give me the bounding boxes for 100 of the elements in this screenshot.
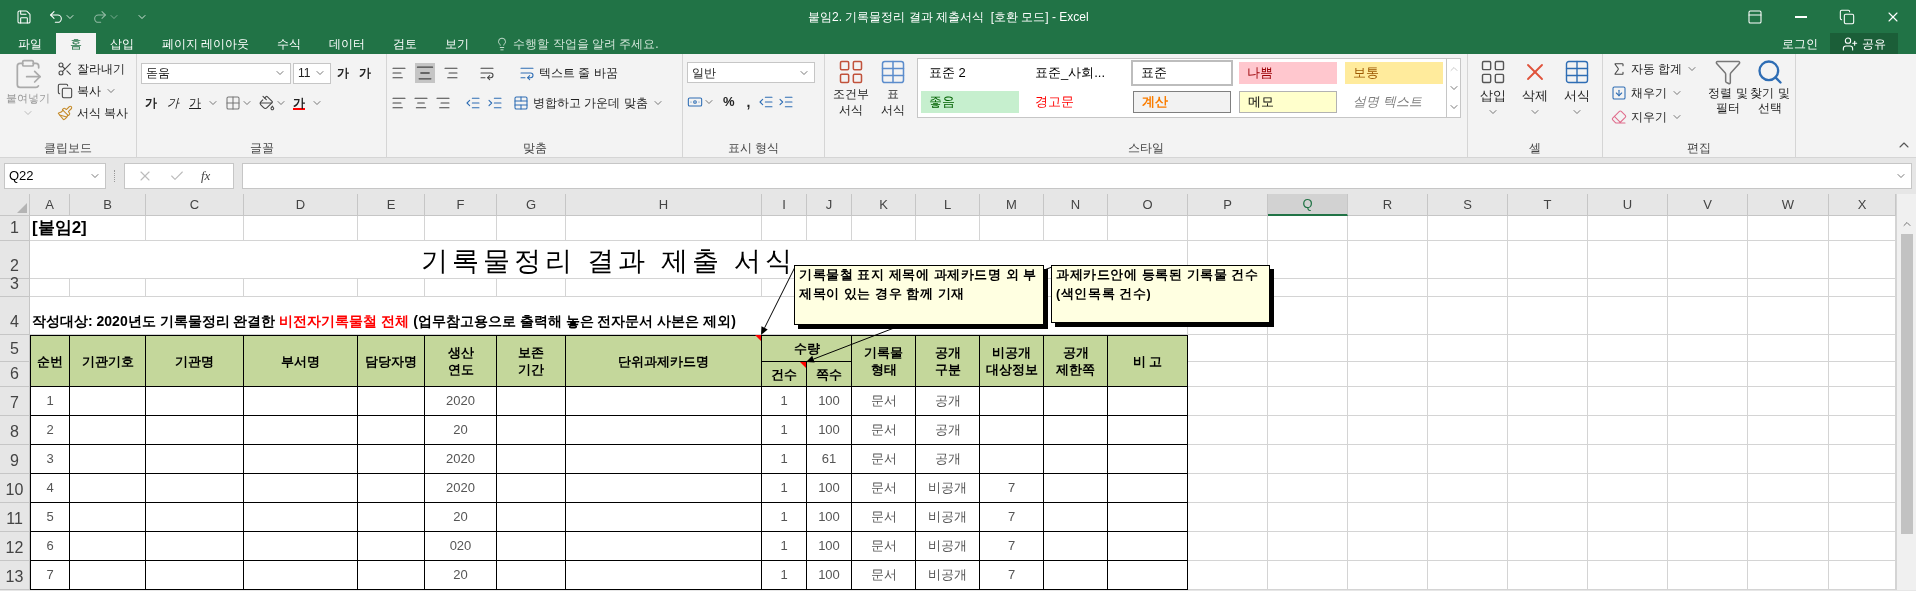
sheet-cell[interactable] [1348,216,1428,241]
row-header[interactable]: 8 [0,416,30,445]
column-header[interactable]: H [566,194,762,216]
sheet-cell[interactable] [1588,297,1668,335]
table-cell[interactable]: 문서 [852,445,916,474]
sheet-cell[interactable] [1428,297,1508,335]
sheet-cell[interactable] [1348,532,1428,561]
sheet-cell[interactable] [1044,216,1108,241]
cell-style[interactable]: 좋음 [921,91,1019,113]
table-cell[interactable] [497,445,566,474]
sheet-cell[interactable] [1748,532,1829,561]
row-header[interactable]: 7 [0,387,30,416]
table-cell[interactable] [244,387,358,416]
grow-font-button[interactable]: 가 [333,62,353,84]
percent-button[interactable]: % [719,91,739,113]
table-cell[interactable]: 문서 [852,416,916,445]
sheet-cell[interactable] [1268,216,1348,241]
select-all-button[interactable] [0,194,30,216]
sheet-cell[interactable] [1348,503,1428,532]
sheet-cell[interactable] [566,216,762,241]
sheet-cell[interactable] [1508,474,1588,503]
sheet-cell[interactable] [1588,474,1668,503]
fill-button[interactable]: 채우기 [1607,82,1707,104]
format-table-button[interactable]: 표 서식 [873,58,913,139]
table-cell[interactable] [70,387,146,416]
sort-filter-button[interactable]: 정렬 및 필터 [1707,58,1749,139]
sheet-cell[interactable] [1428,445,1508,474]
ribbon-tab[interactable]: 삽입 [96,33,148,54]
sheet-cell[interactable] [1668,445,1748,474]
sheet-cell[interactable] [1348,445,1428,474]
sheet-cell[interactable] [1428,474,1508,503]
table-cell[interactable]: 문서 [852,503,916,532]
sheet-cell[interactable] [1268,445,1348,474]
table-cell[interactable]: 문서 [852,474,916,503]
currency-button[interactable] [687,94,715,110]
column-header[interactable]: E [358,194,425,216]
formula-field[interactable] [242,163,1912,189]
sheet-cell[interactable] [1668,561,1748,590]
table-cell[interactable] [1108,474,1188,503]
tell-me-field[interactable]: 수행할 작업을 알려 주세요. [483,33,671,54]
ribbon-tab[interactable]: 보기 [431,33,484,54]
sheet-cell[interactable] [1508,561,1588,590]
table-cell[interactable]: 비공개 [916,532,980,561]
sheet-cell[interactable] [1748,474,1829,503]
sheet-cell[interactable] [1268,561,1348,590]
sheet-cell[interactable] [425,279,497,297]
table-cell[interactable] [1044,387,1108,416]
copy-button[interactable]: 복사 [52,80,132,102]
table-cell[interactable]: 비공개 [916,503,980,532]
table-cell[interactable] [244,532,358,561]
sheet-cell[interactable] [497,216,566,241]
sheet-cell[interactable] [1588,335,1668,362]
clear-button[interactable]: 지우기 [1607,106,1707,128]
sheet-cell[interactable] [1348,279,1428,297]
column-header[interactable]: T [1508,194,1588,216]
table-cell[interactable]: 문서 [852,561,916,590]
sheet-cell[interactable] [1268,474,1348,503]
insert-cells-button[interactable]: 삽입 [1479,58,1507,139]
table-cell[interactable] [358,416,425,445]
sheet-cell[interactable] [1748,241,1829,279]
table-cell[interactable] [70,474,146,503]
sheet-cell[interactable] [1668,362,1748,387]
sheet-cell[interactable] [1428,416,1508,445]
column-header[interactable]: N [1044,194,1108,216]
table-cell[interactable] [358,561,425,590]
row-header[interactable]: 12 [0,532,30,561]
column-header[interactable]: I [762,194,807,216]
table-cell[interactable]: 7 [980,503,1044,532]
table-cell[interactable]: 20 [425,416,497,445]
table-cell[interactable] [980,416,1044,445]
sheet-cell[interactable] [1588,387,1668,416]
sheet-cell[interactable] [1348,362,1428,387]
italic-button[interactable]: 가 [163,92,183,114]
sheet-cell[interactable] [1508,532,1588,561]
column-header[interactable]: R [1348,194,1428,216]
sheet-cell[interactable] [1588,241,1668,279]
sheet-cell[interactable] [1748,445,1829,474]
sheet-cell[interactable] [1748,297,1829,335]
underline-button[interactable]: 가 [185,92,205,114]
sheet-cell[interactable] [1348,416,1428,445]
sheet-cell[interactable] [980,216,1044,241]
column-header[interactable]: O [1108,194,1188,216]
sheet-cell[interactable] [1428,216,1508,241]
table-cell[interactable]: 4 [30,474,70,503]
table-cell[interactable] [566,474,762,503]
table-cell[interactable] [980,445,1044,474]
table-cell[interactable] [358,532,425,561]
sheet-cell[interactable] [1188,503,1268,532]
sheet-cell[interactable] [1348,241,1428,279]
sheet-cell[interactable] [916,216,980,241]
table-cell[interactable] [146,561,244,590]
column-header[interactable]: L [916,194,980,216]
sheet-cell[interactable] [1268,362,1348,387]
bold-button[interactable]: 가 [141,92,161,114]
table-cell[interactable] [497,416,566,445]
sheet-cell[interactable] [1188,387,1268,416]
table-cell[interactable] [244,503,358,532]
row-header[interactable]: 4 [0,297,30,335]
row-header[interactable]: 5 [0,335,30,362]
cell-style[interactable]: 나쁨 [1239,62,1337,84]
